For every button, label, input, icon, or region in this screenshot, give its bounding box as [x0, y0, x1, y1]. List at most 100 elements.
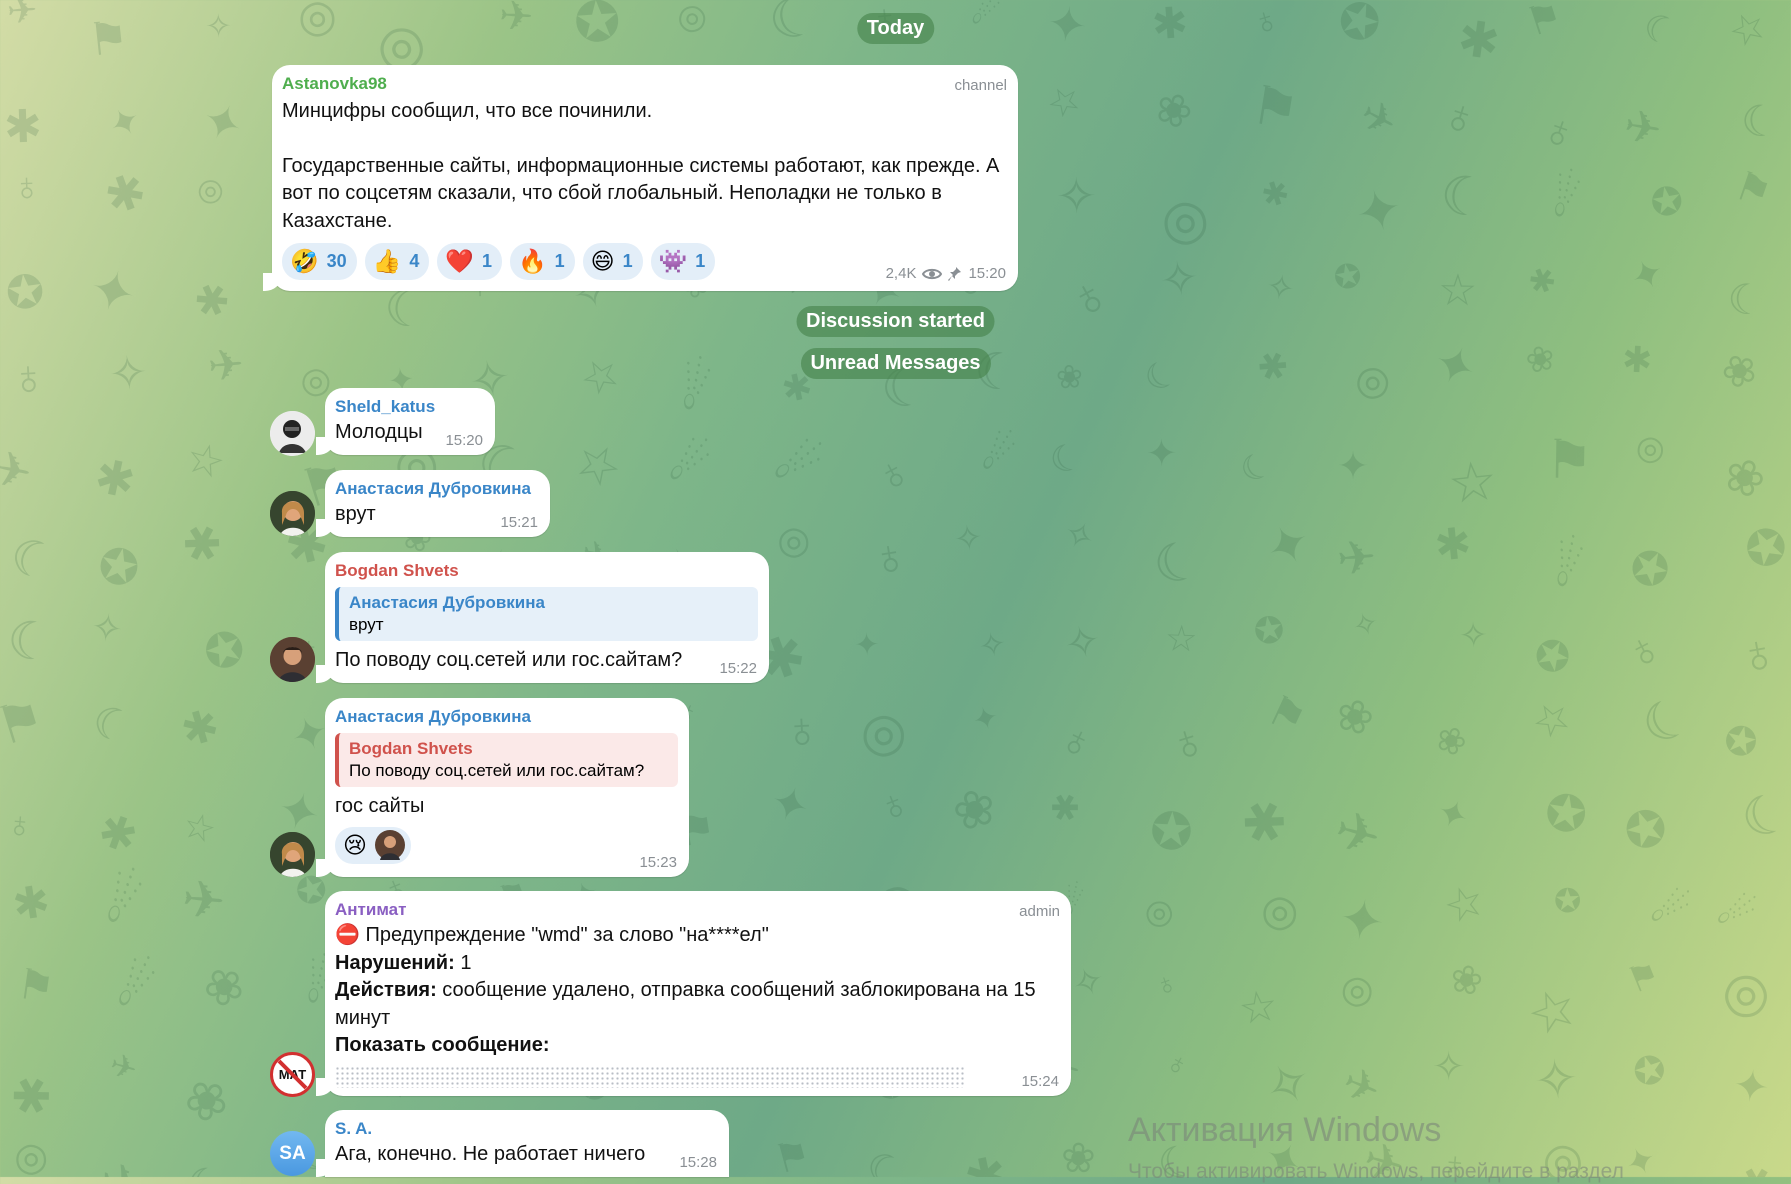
- background-doodle-icon: ☾: [857, 1142, 910, 1177]
- avatar-sa-initials: SA: [279, 1142, 306, 1164]
- background-doodle-icon: ☆: [571, 345, 630, 408]
- reply-text: врут: [349, 615, 384, 634]
- reaction-rofl[interactable]: 🤣 30: [282, 243, 357, 280]
- message-bubble[interactable]: Анастасия Дубровкина Bogdan Shvets По по…: [316, 698, 689, 877]
- message-sender[interactable]: Sheld_katus: [335, 397, 484, 417]
- message-time: 15:22: [719, 660, 757, 677]
- background-doodle-icon: ✦: [1624, 249, 1672, 303]
- background-doodle-icon: ✈: [179, 869, 228, 931]
- background-doodle-icon: ✱: [1249, 341, 1295, 393]
- background-doodle-icon: ⚑: [770, 1131, 816, 1177]
- avatar-antimat[interactable]: МАТ: [270, 1052, 315, 1097]
- background-doodle-icon: ✦: [763, 774, 816, 835]
- reply-name: Bogdan Shvets: [349, 739, 473, 758]
- channel-post[interactable]: Astanovka98 channel Минцифры сообщил, чт…: [263, 65, 1018, 291]
- reply-quote[interactable]: Bogdan Shvets По поводу соц.сетей или го…: [335, 733, 678, 787]
- background-doodle-icon: ✧: [1347, 604, 1383, 646]
- post-sender[interactable]: Astanovka98: [282, 74, 1007, 94]
- background-doodle-icon: ☾: [5, 611, 57, 673]
- avatar-anastasia[interactable]: [270, 832, 315, 877]
- background-doodle-icon: ✧: [975, 624, 1009, 665]
- show-message-label: Показать сообщение:: [335, 1034, 550, 1056]
- background-doodle-icon: ☆: [1235, 981, 1282, 1035]
- background-doodle-icon: ✧: [1531, 1047, 1582, 1112]
- spoiler-hidden-message[interactable]: [335, 1065, 965, 1088]
- message-sender[interactable]: Анастасия Дубровкина: [335, 479, 539, 499]
- background-doodle-icon: ♁: [870, 776, 917, 833]
- message-bubble[interactable]: S. A. Ага, конечно. Не работает ничего 1…: [316, 1110, 729, 1177]
- background-doodle-icon: ✱: [1, 1064, 64, 1131]
- background-doodle-icon: ◎: [673, 0, 713, 40]
- background-doodle-icon: ✦: [1043, 0, 1091, 55]
- reaction-count: 4: [409, 251, 420, 271]
- background-doodle-icon: ☾: [184, 1158, 228, 1177]
- background-doodle-icon: ☆: [1164, 617, 1199, 660]
- reaction-crying[interactable]: 😢: [335, 826, 411, 864]
- message-bubble[interactable]: Антимат admin ⛔ Предупреждение "wmd" за …: [316, 891, 1071, 1096]
- thumbs-up-emoji-icon: 👍: [372, 248, 402, 274]
- message-sender[interactable]: S. A.: [335, 1119, 718, 1139]
- background-doodle-icon: ❀: [946, 776, 1004, 843]
- background-doodle-icon: ✧: [951, 517, 985, 560]
- post-views: 2,4K: [885, 265, 917, 282]
- background-doodle-icon: ✪: [1620, 536, 1680, 602]
- reply-quote[interactable]: Анастасия Дубровкина врут: [335, 587, 758, 641]
- background-doodle-icon: ✱: [1454, 10, 1503, 71]
- windows-activation-watermark: Активация Windows: [1128, 1111, 1442, 1149]
- background-doodle-icon: ☾: [1146, 528, 1209, 599]
- message-sender[interactable]: Анастасия Дубровкина: [335, 707, 678, 727]
- reaction-thumbs-up[interactable]: 👍 4: [364, 243, 430, 280]
- message-sender[interactable]: Bogdan Shvets: [335, 561, 758, 581]
- background-doodle-icon: ⚑: [1246, 75, 1303, 141]
- message-time: 15:23: [639, 854, 677, 871]
- background-doodle-icon: ✪: [1647, 178, 1687, 227]
- background-doodle-icon: ❀: [1445, 956, 1487, 1006]
- message-sender[interactable]: Антимат: [335, 900, 1060, 920]
- reaction-fire[interactable]: 🔥 1: [509, 243, 575, 280]
- background-doodle-icon: ✧: [1431, 1044, 1466, 1089]
- background-doodle-icon: ◎: [1261, 886, 1299, 935]
- background-doodle-icon: ✦: [194, 90, 252, 155]
- avatar-sheld-katus[interactable]: [270, 411, 315, 456]
- background-doodle-icon: ❀: [1522, 337, 1560, 382]
- message-bubble[interactable]: Sheld_katus Молодцы 15:20: [316, 388, 495, 455]
- background-doodle-icon: ✪: [1719, 717, 1763, 768]
- background-doodle-icon: ❀: [1715, 445, 1774, 511]
- background-doodle-icon: ✪: [1329, 0, 1389, 56]
- pin-icon: [948, 266, 962, 281]
- background-doodle-icon: ✈: [1327, 798, 1387, 869]
- background-doodle-icon: ✱: [172, 511, 232, 577]
- avatar-sa[interactable]: SA: [270, 1131, 315, 1176]
- actions-line: Действия: сообщение удалено, отправка со…: [335, 977, 1055, 1032]
- background-doodle-icon: ✱: [97, 162, 154, 226]
- background-doodle-icon: ☾: [1738, 97, 1781, 148]
- violations-line: Нарушений: 1: [335, 950, 1060, 978]
- reaction-count: 1: [481, 251, 492, 271]
- background-doodle-icon: ◎: [1156, 185, 1213, 253]
- reaction-smile[interactable]: 😄 1: [582, 243, 643, 280]
- avatar-bogdan[interactable]: [270, 637, 315, 682]
- actions-label: Действия:: [335, 979, 437, 1001]
- background-doodle-icon: ✱: [1042, 784, 1088, 833]
- background-doodle-icon: ☾: [1234, 443, 1279, 492]
- background-doodle-icon: ☆: [1518, 973, 1587, 1050]
- background-doodle-icon: ✦: [1335, 887, 1390, 954]
- reaction-heart[interactable]: ❤️ 1: [437, 243, 502, 280]
- avatar-bogdan-icon: [270, 637, 315, 682]
- background-doodle-icon: ✈: [0, 440, 37, 502]
- background-doodle-icon: ♁: [866, 442, 921, 504]
- background-doodle-icon: ✦: [1348, 174, 1409, 247]
- background-doodle-icon: ✱: [1150, 0, 1190, 50]
- message-bubble[interactable]: Bogdan Shvets Анастасия Дубровкина врут …: [316, 552, 769, 683]
- avatar-anastasia[interactable]: [270, 491, 315, 536]
- message-bubble[interactable]: Анастасия Дубровкина врут 15:21: [316, 470, 550, 537]
- post-channel-tag: channel: [954, 77, 1007, 94]
- background-doodle-icon: ✦: [1146, 431, 1178, 475]
- background-doodle-icon: ✦: [1425, 333, 1485, 401]
- background-doodle-icon: ⚑: [1544, 429, 1594, 491]
- background-doodle-icon: ☄: [768, 430, 828, 498]
- fire-emoji-icon: 🔥: [517, 248, 547, 274]
- background-doodle-icon: ✪: [572, 0, 624, 55]
- background-doodle-icon: ✦: [1256, 510, 1321, 582]
- reaction-alien[interactable]: 👾 1: [650, 243, 716, 280]
